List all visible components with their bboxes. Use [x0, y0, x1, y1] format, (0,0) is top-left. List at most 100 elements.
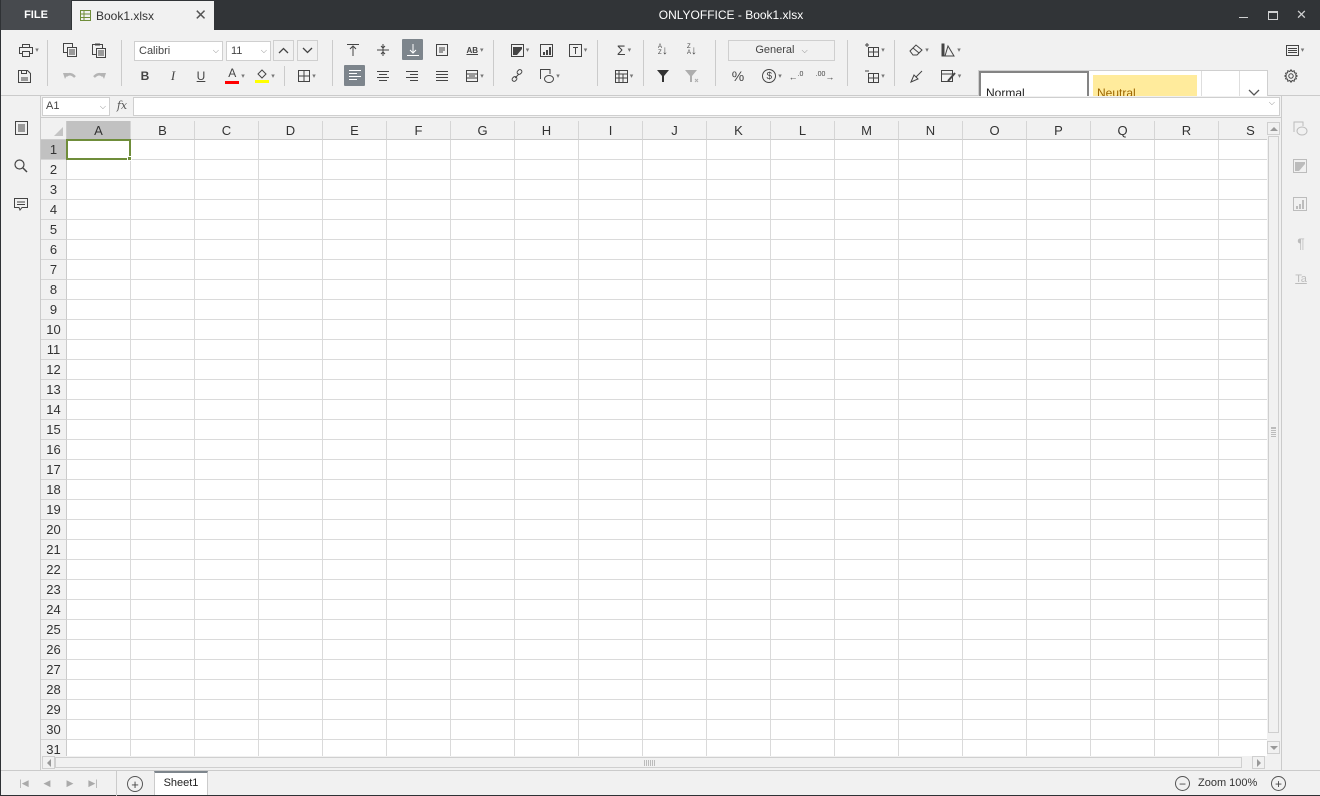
minimize-button[interactable]	[1229, 0, 1258, 30]
vertical-scroll-thumb[interactable]	[1268, 136, 1279, 733]
print-button[interactable]: ▾	[15, 40, 43, 60]
column-header-s[interactable]: S	[1219, 121, 1267, 140]
row-header-30[interactable]: 30	[41, 720, 67, 740]
row-header-31[interactable]: 31	[41, 740, 67, 756]
horizontal-scroll-thumb[interactable]	[55, 757, 1242, 768]
column-header-a[interactable]: A	[67, 121, 131, 140]
copy-button[interactable]	[60, 40, 80, 60]
add-sheet-button[interactable]: +	[127, 776, 143, 792]
shape-settings-button[interactable]	[1292, 120, 1310, 138]
zoom-out-button[interactable]: −	[1175, 776, 1190, 791]
justify-button[interactable]	[432, 66, 452, 86]
bold-button[interactable]: B	[135, 66, 155, 86]
row-header-19[interactable]: 19	[41, 500, 67, 520]
delete-cells-button[interactable]: ▾	[862, 66, 888, 86]
hyperlink-button[interactable]	[507, 66, 527, 86]
merge-cells-button[interactable]: ▾	[462, 66, 488, 86]
image-settings-button[interactable]	[1292, 158, 1310, 176]
autosum-button[interactable]: Σ ▾	[610, 40, 638, 60]
italic-button[interactable]: I	[163, 66, 183, 86]
row-header-11[interactable]: 11	[41, 340, 67, 360]
clear-button[interactable]: ▾	[906, 40, 932, 60]
row-header-29[interactable]: 29	[41, 700, 67, 720]
row-header-2[interactable]: 2	[41, 160, 67, 180]
insert-shape-button[interactable]: ▾	[537, 66, 563, 86]
row-header-22[interactable]: 22	[41, 560, 67, 580]
row-header-8[interactable]: 8	[41, 280, 67, 300]
comments-button[interactable]	[12, 195, 30, 213]
sheet-tab[interactable]: Sheet1	[154, 771, 208, 795]
borders-button[interactable]: ▾	[293, 66, 321, 86]
column-header-c[interactable]: C	[195, 121, 259, 140]
zoom-in-button[interactable]: +	[1271, 776, 1286, 791]
font-color-button[interactable]: A ▾	[221, 66, 249, 86]
last-sheet-button[interactable]: ▶|	[87, 778, 99, 788]
row-header-1[interactable]: 1	[41, 140, 67, 160]
column-header-j[interactable]: J	[643, 121, 707, 140]
paste-button[interactable]	[89, 40, 109, 60]
number-format-select[interactable]: General ⌵	[728, 40, 835, 61]
row-header-7[interactable]: 7	[41, 260, 67, 280]
scroll-right-button[interactable]	[1252, 756, 1265, 769]
wrap-text-button[interactable]	[432, 40, 452, 60]
scroll-left-button[interactable]	[42, 756, 55, 769]
column-header-l[interactable]: L	[771, 121, 835, 140]
align-left-button[interactable]	[344, 65, 365, 86]
insert-chart-button[interactable]	[536, 40, 556, 60]
row-header-24[interactable]: 24	[41, 600, 67, 620]
align-middle-button[interactable]	[373, 40, 393, 60]
redo-button[interactable]	[89, 66, 109, 86]
text-art-settings-button[interactable]: Ta	[1292, 273, 1310, 291]
row-header-15[interactable]: 15	[41, 420, 67, 440]
font-name-select[interactable]: Calibri ⌵	[134, 41, 223, 61]
undo-button[interactable]	[60, 66, 80, 86]
text-orientation-button[interactable]: AB ▾	[462, 40, 488, 60]
named-ranges-button[interactable]: ▾	[610, 66, 638, 86]
row-header-6[interactable]: 6	[41, 240, 67, 260]
currency-button[interactable]: $ ▾	[758, 66, 786, 86]
column-header-d[interactable]: D	[259, 121, 323, 140]
align-center-button[interactable]	[373, 66, 393, 86]
paragraph-settings-button[interactable]: ¶	[1292, 235, 1310, 253]
align-top-button[interactable]	[343, 40, 363, 60]
column-header-n[interactable]: N	[899, 121, 963, 140]
column-header-k[interactable]: K	[707, 121, 771, 140]
clear-filter-button[interactable]	[682, 66, 702, 86]
row-header-28[interactable]: 28	[41, 680, 67, 700]
expand-formula-icon[interactable]: ⌵	[1269, 98, 1275, 108]
column-header-b[interactable]: B	[131, 121, 195, 140]
sort-descending-button[interactable]: Z A ↓	[682, 40, 702, 60]
row-header-14[interactable]: 14	[41, 400, 67, 420]
advanced-settings-button[interactable]	[1281, 66, 1301, 86]
increase-decimal-button[interactable]: .00→	[815, 66, 835, 86]
conditional-format-button[interactable]: ▾	[938, 40, 964, 60]
row-header-13[interactable]: 13	[41, 380, 67, 400]
search-button[interactable]	[12, 157, 30, 175]
row-header-18[interactable]: 18	[41, 480, 67, 500]
increase-font-size-button[interactable]	[273, 40, 294, 61]
chart-settings-button[interactable]	[1292, 196, 1310, 214]
percent-button[interactable]: %	[728, 66, 748, 86]
decrease-decimal-button[interactable]: ←.0	[786, 66, 806, 86]
copy-style-button[interactable]	[906, 66, 926, 86]
font-size-select[interactable]: 11 ⌵	[226, 41, 271, 61]
row-header-20[interactable]: 20	[41, 520, 67, 540]
prev-sheet-button[interactable]: ◀	[41, 778, 53, 788]
maximize-button[interactable]	[1258, 0, 1287, 30]
row-header-27[interactable]: 27	[41, 660, 67, 680]
close-window-button[interactable]: ✕	[1287, 0, 1316, 30]
column-header-q[interactable]: Q	[1091, 121, 1155, 140]
align-bottom-button[interactable]	[402, 39, 423, 60]
column-header-f[interactable]: F	[387, 121, 451, 140]
insert-image-button[interactable]: ▾	[507, 40, 533, 60]
row-header-5[interactable]: 5	[41, 220, 67, 240]
row-header-12[interactable]: 12	[41, 360, 67, 380]
underline-button[interactable]: U	[191, 66, 211, 86]
fill-color-button[interactable]: ▾	[251, 66, 279, 86]
select-all-corner[interactable]	[41, 121, 67, 140]
column-header-i[interactable]: I	[579, 121, 643, 140]
column-header-e[interactable]: E	[323, 121, 387, 140]
scroll-down-button[interactable]	[1267, 741, 1280, 754]
row-header-10[interactable]: 10	[41, 320, 67, 340]
formula-input[interactable]: ⌵	[133, 97, 1280, 116]
